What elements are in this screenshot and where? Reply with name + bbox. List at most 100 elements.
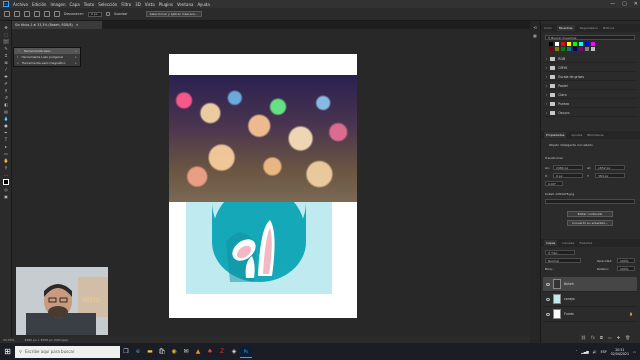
select-and-mask-button[interactable]: Seleccionar y aplicar máscara... (145, 11, 202, 17)
tab-properties[interactable]: Propiedades (544, 132, 567, 138)
menu-capa[interactable]: Capa (70, 2, 80, 7)
healing-brush-icon[interactable]: ✚ (3, 74, 9, 79)
network-icon[interactable]: ▂▄▆ (581, 350, 588, 354)
color-swatch[interactable] (561, 47, 565, 51)
color-swatch[interactable] (579, 47, 583, 51)
quick-mask-icon[interactable]: ◎ (3, 187, 9, 192)
tab-layers[interactable]: Capas (544, 240, 558, 246)
trash-icon[interactable]: 🗑 (625, 335, 630, 340)
tab-libraries[interactable]: Bibliotecas (587, 133, 603, 137)
start-button[interactable]: ⊞ (0, 343, 15, 360)
new-group-icon[interactable]: ▭ (608, 335, 612, 340)
convert-to-linked-button[interactable]: Convertir en enlazado... (567, 220, 613, 226)
taskbar-search-input[interactable]: ⚲ Escribe aquí para buscar (15, 345, 120, 358)
eyedropper-tool-icon[interactable]: ⁄ (3, 67, 9, 72)
layer-kind-filter[interactable]: ⚲ Tipo (545, 250, 575, 255)
subtract-selection-icon[interactable] (44, 11, 50, 17)
tab-adjustments[interactable]: Ajustes (571, 133, 582, 137)
edit-contents-button[interactable]: Editar contenido (567, 211, 613, 217)
color-swatch[interactable] (567, 47, 571, 51)
brush-tool-icon[interactable]: ✐ (3, 81, 9, 86)
menu-plugins[interactable]: Plugins (159, 2, 173, 7)
opacity-input[interactable]: 100% (617, 258, 635, 263)
new-layer-icon[interactable]: ✚ (617, 335, 620, 340)
menu-seleccion[interactable]: Selección (98, 2, 117, 7)
eraser-tool-icon[interactable]: ◧ (3, 102, 9, 107)
visibility-eye-icon[interactable] (546, 282, 550, 286)
frame-tool-icon[interactable]: ⊠ (3, 60, 9, 65)
dodge-tool-icon[interactable]: ● (3, 123, 9, 128)
tab-channels[interactable]: Canales (562, 241, 574, 245)
menu-imagen[interactable]: Imagen (50, 2, 65, 7)
clock[interactable]: 20:51 02/04/2021 (611, 348, 629, 356)
color-swatch[interactable] (567, 42, 571, 46)
tray-chevron-icon[interactable]: ˄ (576, 350, 578, 354)
move-tool-icon[interactable]: ✥ (3, 25, 9, 30)
menu-texto[interactable]: Texto (84, 2, 95, 7)
marquee-tool-icon[interactable]: ⬚ (3, 32, 9, 37)
bunny-illustration-layer[interactable] (186, 202, 332, 294)
menu-vista[interactable]: Vista (145, 2, 155, 7)
antialias-checkbox[interactable] (105, 12, 110, 16)
tab-patterns[interactable]: Motivos (603, 26, 615, 30)
menu-ayuda[interactable]: Ayuda (197, 2, 209, 7)
history-brush-icon[interactable]: ↺ (3, 95, 9, 100)
menu-ventana[interactable]: Ventana (177, 2, 193, 7)
swatch-folder[interactable]: › CMYK (543, 64, 637, 72)
bokeh-image-layer[interactable] (169, 75, 357, 202)
color-swatch[interactable] (573, 42, 577, 46)
pen-tool-icon[interactable]: ✒ (3, 130, 9, 135)
color-swatch[interactable] (585, 47, 589, 51)
color-swatch[interactable] (579, 42, 583, 46)
color-swatch[interactable] (549, 42, 553, 46)
color-swatch[interactable] (555, 47, 559, 51)
add-selection-icon[interactable] (34, 11, 40, 17)
home-icon[interactable] (4, 11, 10, 17)
add-mask-icon[interactable]: ◘ (600, 335, 603, 340)
fx-icon[interactable]: fx (591, 335, 595, 340)
file-explorer-icon[interactable]: ▬ (144, 346, 156, 358)
cards-icon[interactable]: ♠ (204, 346, 216, 358)
shape-tool-icon[interactable]: ▭ (3, 151, 9, 156)
close-tab-icon[interactable]: ✕ (76, 23, 79, 27)
visibility-eye-icon[interactable] (546, 312, 550, 316)
swatch-folder[interactable]: › Escala de grises (543, 73, 637, 81)
maximize-icon[interactable]: ▢ (622, 1, 627, 7)
y-input[interactable]: 384 px (595, 173, 625, 178)
edge-icon[interactable]: e (132, 346, 144, 358)
crop-tool-icon[interactable]: ⌗ (3, 53, 9, 58)
tab-color[interactable]: Color (544, 26, 552, 30)
quick-select-tool-icon[interactable]: ✎ (3, 46, 9, 51)
swatches-search-input[interactable]: ⚲ Buscar muestras (545, 35, 635, 40)
swatch-folder[interactable]: › Claro (543, 91, 637, 99)
unity-icon[interactable]: ◈ (228, 346, 240, 358)
color-swatch[interactable] (573, 47, 577, 51)
color-swatch[interactable] (591, 47, 595, 51)
new-selection-icon[interactable] (24, 11, 30, 17)
close-icon[interactable]: ✕ (634, 1, 638, 7)
layer-row-conejo[interactable]: conejo (543, 292, 637, 307)
more-tools-icon[interactable]: … (3, 172, 9, 177)
gradient-tool-icon[interactable]: ▤ (3, 109, 9, 114)
menu-filtro[interactable]: Filtro (121, 2, 131, 7)
menu-archivo[interactable]: Archivo (13, 2, 28, 7)
history-panel-icon[interactable]: ⟲ (532, 25, 538, 30)
tab-paths[interactable]: Trazados (579, 241, 592, 245)
layer-comp-select[interactable] (545, 199, 635, 204)
document-tab[interactable]: Sin título-1 al 33,3% (Bokeh, RGB/8) ✕ (12, 21, 102, 29)
language-indicator[interactable]: ESP (601, 350, 607, 354)
layer-row-bokeh[interactable]: Bokeh (543, 277, 637, 292)
swatch-folder[interactable]: › Pastel (543, 82, 637, 90)
zoom-level[interactable]: 33,33% (3, 338, 14, 342)
photoshop-taskbar-icon[interactable]: Ps (240, 345, 252, 358)
filezilla-icon[interactable]: Z (216, 346, 228, 358)
vlc-icon[interactable]: ▲ (192, 346, 204, 358)
foreground-color-swatch[interactable] (3, 179, 9, 185)
task-view-icon[interactable]: ❐ (120, 346, 132, 358)
store-icon[interactable]: 🛍 (156, 346, 168, 358)
swatch-folder[interactable]: › Oscuro (543, 109, 637, 117)
blend-mode-select[interactable]: Normal (545, 258, 581, 263)
height-input[interactable]: 1852 px (595, 165, 625, 170)
lasso-tool-icon[interactable]: ➰ (3, 39, 9, 44)
color-swatch[interactable] (549, 47, 553, 51)
